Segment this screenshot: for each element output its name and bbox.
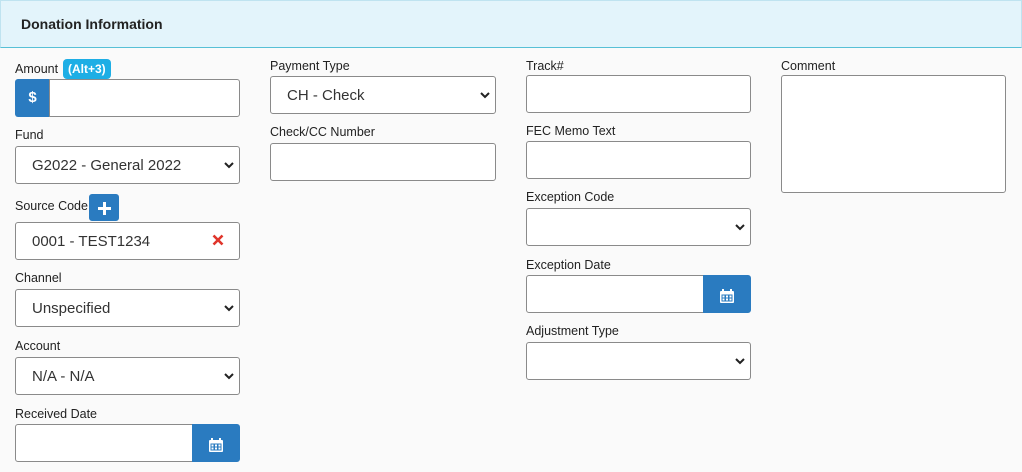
chevron-down-icon — [224, 373, 234, 380]
exception-date-input[interactable] — [526, 275, 704, 313]
source-code-label: Source Code — [15, 199, 88, 213]
check-cc-number-label: Check/CC Number — [270, 125, 375, 139]
payment-type-select[interactable]: CH - Check — [270, 76, 496, 114]
channel-select[interactable]: Unspecified — [15, 289, 240, 327]
account-select[interactable]: N/A - N/A — [15, 357, 240, 395]
amount-label: Amount — [15, 62, 59, 76]
fec-memo-text-input[interactable] — [526, 141, 751, 179]
panel-header: Donation Information — [0, 0, 1022, 48]
dollar-icon: $ — [15, 79, 50, 117]
exception-code-label: Exception Code — [526, 190, 615, 204]
amount-input[interactable] — [49, 79, 240, 117]
chevron-down-icon — [735, 224, 745, 231]
channel-selected-value: Unspecified — [32, 300, 111, 317]
fec-memo-text-label: FEC Memo Text — [526, 124, 616, 138]
adjustment-type-select[interactable] — [526, 342, 751, 380]
adjustment-type-label: Adjustment Type — [526, 324, 619, 338]
account-label: Account — [15, 339, 61, 353]
clear-icon[interactable] — [212, 234, 224, 246]
account-selected-value: N/A - N/A — [32, 368, 95, 385]
check-cc-number-input[interactable] — [270, 143, 496, 181]
add-source-code-button[interactable] — [89, 194, 119, 221]
received-date-input[interactable] — [15, 424, 193, 462]
track-input[interactable] — [526, 75, 751, 113]
exception-date-label: Exception Date — [526, 258, 611, 272]
amount-shortcut-badge: (Alt+3) — [63, 59, 111, 79]
calendar-icon — [720, 289, 734, 303]
received-date-calendar-button[interactable] — [192, 424, 240, 462]
exception-code-select[interactable] — [526, 208, 751, 246]
fund-label: Fund — [15, 128, 44, 142]
fund-select[interactable]: G2022 - General 2022 — [15, 146, 240, 184]
track-label: Track# — [526, 59, 564, 73]
fund-selected-value: G2022 - General 2022 — [32, 157, 182, 174]
chevron-down-icon — [480, 92, 490, 99]
payment-type-selected-value: CH - Check — [287, 87, 365, 104]
plus-icon — [98, 202, 111, 215]
comment-label: Comment — [781, 59, 836, 73]
channel-label: Channel — [15, 271, 62, 285]
comment-textarea[interactable] — [781, 75, 1006, 193]
calendar-icon — [209, 438, 223, 452]
chevron-down-icon — [224, 162, 234, 169]
received-date-label: Received Date — [15, 407, 97, 421]
payment-type-label: Payment Type — [270, 59, 350, 73]
source-code-input[interactable]: 0001 - TEST1234 — [15, 222, 240, 260]
chevron-down-icon — [735, 358, 745, 365]
panel-title: Donation Information — [21, 16, 163, 32]
exception-date-calendar-button[interactable] — [703, 275, 751, 313]
chevron-down-icon — [224, 305, 234, 312]
source-code-value: 0001 - TEST1234 — [32, 233, 151, 250]
